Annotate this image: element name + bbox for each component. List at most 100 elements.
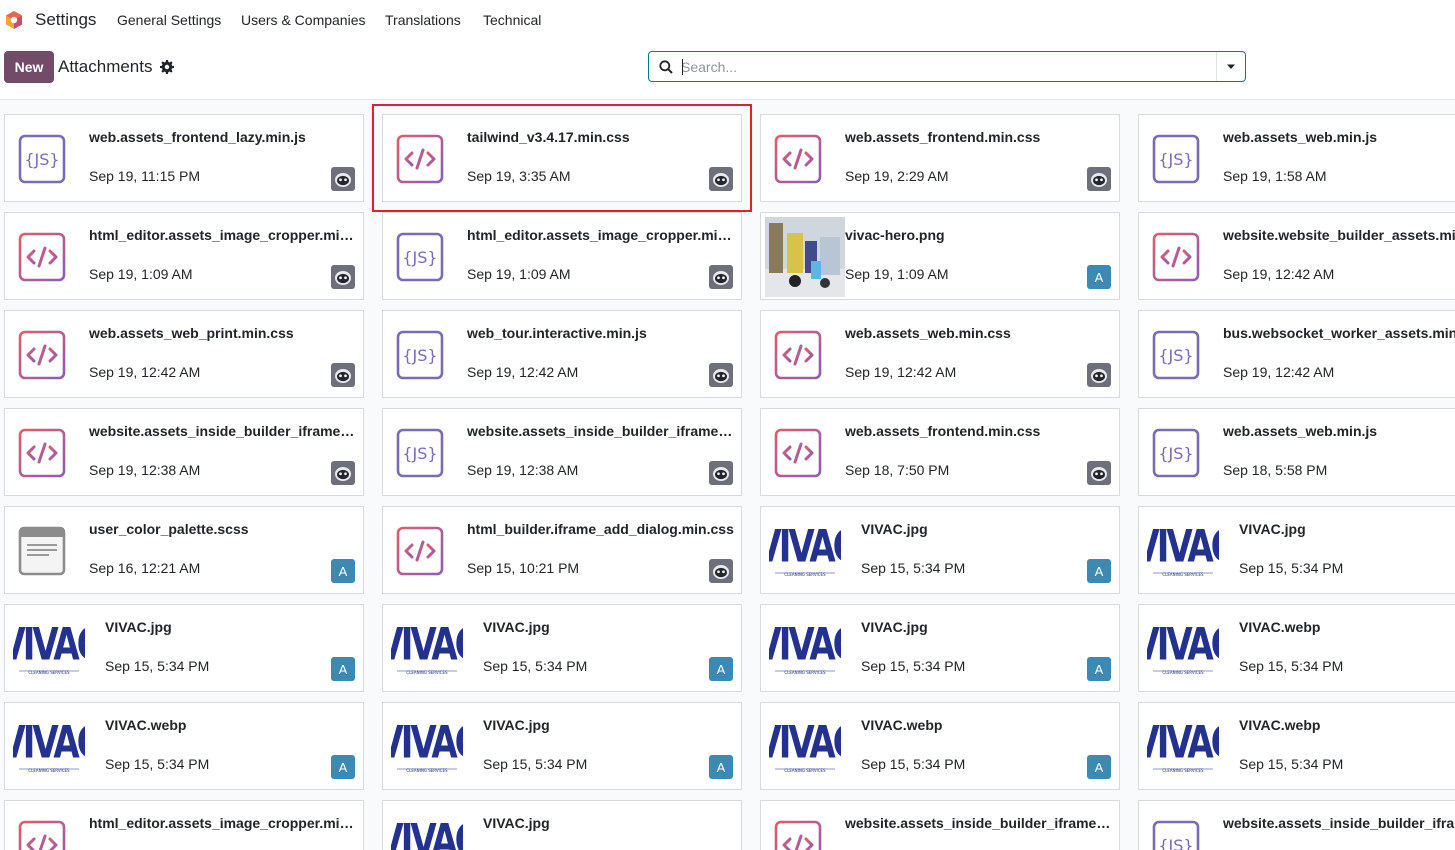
code-file-icon [395, 525, 445, 577]
attachment-card[interactable]: {JS} web_tour.interactive.min.js Sep 19, 1… [382, 310, 742, 398]
code-file-icon [17, 427, 67, 479]
svg-text:VIVAC: VIVAC [13, 619, 85, 671]
owner-avatar[interactable]: A [709, 755, 733, 779]
attachment-card[interactable]: VIVACCLEANING SERVICESVIVAC.jpgSep 15, 5… [377, 604, 742, 692]
attachment-date: Sep 15, 5:34 PM [1239, 658, 1344, 674]
attachment-card[interactable]: {JS} web.assets_web.min.js Sep 19, 1:58 AM [1138, 114, 1455, 202]
attachment-card[interactable]: VIVACCLEANING SERVICESVIVAC.jpgSep 15, 5… [0, 604, 364, 692]
attachment-card[interactable]: html_editor.assets_image_cropper.min.css… [4, 212, 364, 300]
owner-avatar-bot[interactable] [331, 363, 355, 387]
owner-avatar-bot[interactable] [709, 461, 733, 485]
attachment-card[interactable]: VIVACCLEANING SERVICESVIVAC.jpgSep 15, 5… [1133, 506, 1455, 594]
owner-avatar[interactable]: A [1087, 265, 1111, 289]
search-icon [659, 60, 673, 74]
attachment-card[interactable]: {JS} bus.websocket_worker_assets.min.js Se… [1138, 310, 1455, 398]
attachment-card[interactable]: VIVACCLEANING SERVICESVIVAC.jpgSep 15, 5… [755, 506, 1120, 594]
attachment-card[interactable]: web.assets_frontend.min.css Sep 19, 2:29 … [760, 114, 1120, 202]
gear-icon[interactable] [160, 60, 174, 74]
attachment-date: Sep 16, 12:21 AM [89, 560, 201, 576]
svg-text:{JS}: {JS} [402, 248, 437, 267]
owner-avatar-bot[interactable] [331, 265, 355, 289]
attachment-card[interactable]: vivac-hero.png Sep 19, 1:09 AM A [760, 212, 1120, 300]
svg-text:CLEANING SERVICES: CLEANING SERVICES [28, 768, 70, 773]
svg-text:CLEANING SERVICES: CLEANING SERVICES [1162, 670, 1204, 675]
attachment-card[interactable]: VIVACCLEANING SERVICESVIVAC.jpgSep 15, 5… [377, 702, 742, 790]
owner-avatar[interactable]: A [331, 559, 355, 583]
owner-avatar-bot[interactable] [709, 363, 733, 387]
vivac-logo: VIVACCLEANING SERVICES [0, 619, 103, 679]
owner-avatar-bot[interactable] [709, 559, 733, 583]
attachment-card[interactable]: {JS} html_editor.assets_image_cropper.min… [382, 212, 742, 300]
code-file-icon [773, 133, 823, 185]
owner-avatar[interactable]: A [1087, 657, 1111, 681]
vivac-logo: VIVACCLEANING SERVICES [377, 619, 481, 679]
svg-text:{JS}: {JS} [1158, 444, 1193, 463]
attachment-card[interactable]: VIVACCLEANING SERVICESVIVAC.jpgA [377, 800, 742, 850]
attachment-card[interactable]: {JS} website.assets_inside_builder_iframe… [382, 408, 742, 496]
attachment-name: web_tour.interactive.min.js [467, 325, 647, 341]
attachment-name: VIVAC.jpg [483, 619, 550, 635]
attachment-date: Sep 15, 5:34 PM [861, 756, 966, 772]
owner-avatar-bot[interactable] [709, 167, 733, 191]
attachment-card[interactable]: tailwind_v3.4.17.min.css Sep 19, 3:35 AM [372, 104, 752, 212]
attachment-card[interactable]: web.assets_web_print.min.css Sep 19, 12:4… [4, 310, 364, 398]
menu-users-companies[interactable]: Users & Companies [241, 11, 366, 29]
attachment-date: Sep 19, 1:09 AM [845, 266, 949, 282]
js-file-icon: {JS} [1151, 133, 1201, 185]
owner-avatar[interactable]: A [1087, 559, 1111, 583]
owner-avatar-bot[interactable] [1087, 363, 1111, 387]
owner-avatar[interactable]: A [1087, 755, 1111, 779]
attachment-card[interactable]: html_builder.iframe_add_dialog.min.css Se… [382, 506, 742, 594]
svg-text:CLEANING SERVICES: CLEANING SERVICES [1162, 572, 1204, 577]
menu-general-settings[interactable]: General Settings [117, 11, 221, 29]
owner-avatar-bot[interactable] [331, 461, 355, 485]
attachment-card[interactable]: web.assets_frontend.min.css Sep 18, 7:50 … [760, 408, 1120, 496]
owner-avatar-bot[interactable] [331, 167, 355, 191]
attachment-name: VIVAC.webp [105, 717, 187, 733]
attachment-card[interactable]: html_editor.assets_image_cropper.min.css [4, 800, 364, 850]
attachment-card[interactable]: website.assets_inside_builder_iframe.min… [4, 408, 364, 496]
search-options-toggle[interactable] [1216, 52, 1245, 81]
text-cursor [682, 59, 683, 75]
new-button[interactable]: New [4, 51, 54, 83]
attachment-card[interactable]: user_color_palette.scss Sep 16, 12:21 AM A [4, 506, 364, 594]
vivac-logo: VIVACCLEANING SERVICES [1133, 717, 1237, 777]
owner-avatar[interactable]: A [709, 657, 733, 681]
attachment-date: Sep 19, 12:38 AM [89, 462, 201, 478]
vivac-logo: VIVACCLEANING SERVICES [1133, 619, 1237, 679]
attachment-card[interactable]: VIVACCLEANING SERVICESVIVAC.webpSep 15, … [755, 702, 1120, 790]
owner-avatar-bot[interactable] [1087, 167, 1111, 191]
attachment-card[interactable]: VIVACCLEANING SERVICESVIVAC.jpgSep 15, 5… [755, 604, 1120, 692]
js-file-icon: {JS} [1151, 819, 1201, 850]
owner-avatar-bot[interactable] [709, 265, 733, 289]
svg-text:CLEANING SERVICES: CLEANING SERVICES [406, 768, 448, 773]
attachment-name: website.assets_inside_builder_iframe.min… [845, 815, 1113, 831]
menu-technical[interactable]: Technical [483, 11, 541, 29]
attachment-card[interactable]: website.website_builder_assets.min.css Se… [1138, 212, 1455, 300]
owner-avatar[interactable]: A [331, 657, 355, 681]
attachment-name: user_color_palette.scss [89, 521, 249, 537]
app-title[interactable]: Settings [35, 10, 96, 30]
owner-avatar[interactable]: A [331, 755, 355, 779]
attachment-name: web.assets_frontend_lazy.min.js [89, 129, 306, 145]
attachment-card[interactable]: {JS} website.assets_inside_builder_iframe… [1138, 800, 1455, 850]
svg-text:VIVAC: VIVAC [769, 521, 841, 573]
js-file-icon: {JS} [1151, 427, 1201, 479]
svg-text:VIVAC: VIVAC [1147, 619, 1219, 671]
attachment-card[interactable]: website.assets_inside_builder_iframe.min… [760, 800, 1120, 850]
search-input[interactable] [681, 57, 1211, 77]
menu-translations[interactable]: Translations [385, 11, 461, 29]
attachment-card[interactable]: {JS} web.assets_web.min.js Sep 18, 5:58 PM [1138, 408, 1455, 496]
owner-avatar-bot[interactable] [1087, 461, 1111, 485]
search-bar [648, 51, 1246, 82]
attachment-card[interactable]: VIVACCLEANING SERVICESVIVAC.webpSep 15, … [1133, 702, 1455, 790]
vivac-logo: VIVACCLEANING SERVICES [377, 815, 481, 850]
attachment-card[interactable]: {JS} web.assets_frontend_lazy.min.js Sep 1… [4, 114, 364, 202]
attachment-card[interactable]: web.assets_web.min.css Sep 19, 12:42 AM [760, 310, 1120, 398]
svg-text:CLEANING SERVICES: CLEANING SERVICES [1162, 768, 1204, 773]
attachment-card[interactable]: VIVACCLEANING SERVICESVIVAC.webpSep 15, … [0, 702, 364, 790]
settings-app-icon[interactable] [5, 10, 23, 30]
svg-text:CLEANING SERVICES: CLEANING SERVICES [28, 670, 70, 675]
attachment-date: Sep 19, 12:42 AM [845, 364, 957, 380]
attachment-card[interactable]: VIVACCLEANING SERVICESVIVAC.webpSep 15, … [1133, 604, 1455, 692]
